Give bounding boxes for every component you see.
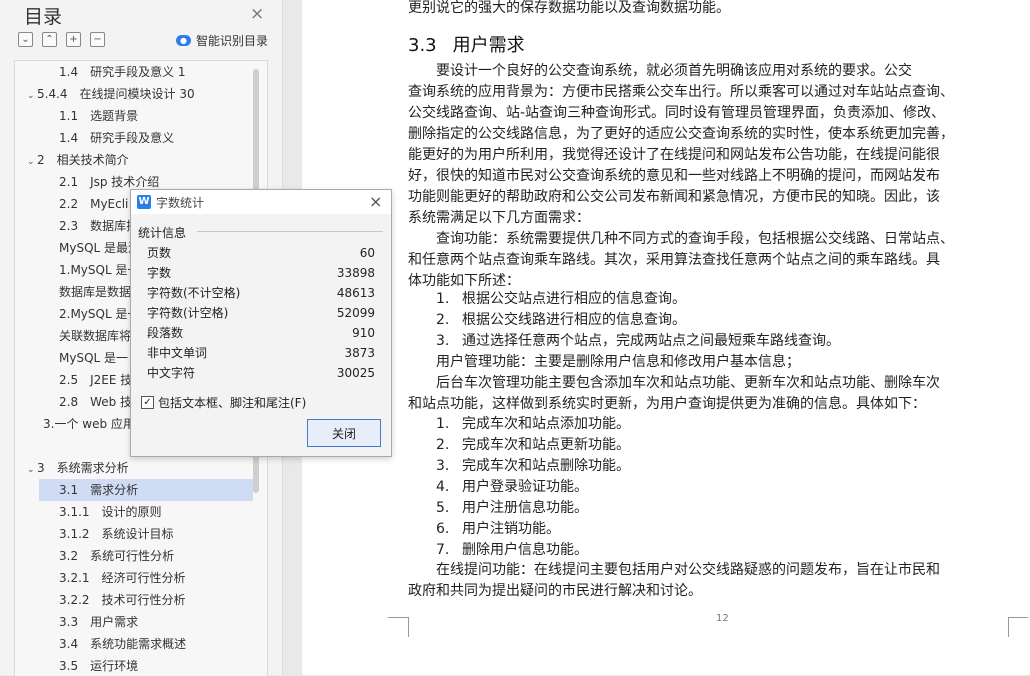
stat-row: 中文字符 30025 [147, 366, 375, 380]
toc-item[interactable]: MySQL 是一 [59, 347, 128, 369]
collapse-all-button[interactable]: ⌄ [18, 32, 33, 47]
list-item: 6. 用户注销功能。 [436, 521, 560, 537]
toc-item-selected[interactable]: 3.1 需求分析 [39, 479, 253, 501]
stat-row: 页数 60 [147, 246, 375, 260]
add-heading-button[interactable]: + [66, 32, 81, 47]
paragraph-line: 系统需满足以下几方面需求： [408, 210, 590, 226]
toc-item[interactable]: 关联数据库将 [59, 325, 131, 347]
list-item: 2. 根据公交线路进行相应的信息查询。 [436, 312, 686, 328]
paragraph-line: 政府和共同为提出疑问的市民进行解决和讨论。 [408, 583, 702, 599]
list-item: 7. 删除用户信息功能。 [436, 542, 588, 558]
chevron-down-icon[interactable]: ⌄ [27, 459, 37, 481]
stats-section-label: 统计信息 [138, 226, 187, 240]
crop-mark [388, 617, 408, 618]
cloud-icon: ● [176, 35, 191, 46]
toc-item[interactable]: 2.5 J2EE 技 [59, 369, 132, 391]
toc-toolbar: ⌄ ⌃ + − [18, 32, 105, 47]
paragraph-line: 要设计一个良好的公交查询系统，就必须首先明确该应用对系统的要求。公交 [408, 63, 912, 79]
paragraph-line: 好，很快的知道市民对公交查询系统的意见和一些对线路上不明确的提问，而网站发布 [408, 168, 940, 184]
paragraph-line: 查询系统的应用背景为：方便市民搭乘公交车出行。所以乘客可以通过对车站站点查询、 [408, 84, 954, 100]
toc-item[interactable]: ⌄ 2 相关技术简介 [27, 149, 129, 171]
dialog-title: 字数统计 [156, 196, 205, 210]
toc-item[interactable]: 3.1.1 设计的原则 [59, 501, 162, 523]
list-item: 5. 用户注册信息功能。 [436, 500, 588, 516]
stat-row: 段落数 910 [147, 326, 375, 340]
stat-row: 字数 33898 [147, 266, 375, 280]
toc-item[interactable]: ⌄ 5.4.4 在线提问模块设计 30 [27, 83, 195, 105]
paragraph: 更别说它的强大的保存数据功能以及查询数据功能。 [408, 0, 730, 16]
chevron-down-icon[interactable]: ⌄ [27, 151, 37, 173]
checkbox-label: 包括文本框、脚注和尾注(F) [158, 396, 307, 410]
checkmark-icon[interactable]: ✓ [141, 396, 154, 409]
list-item: 1. 根据公交站点进行相应的信息查询。 [436, 291, 686, 307]
toc-item[interactable]: 3.一个 web 应用 [43, 413, 135, 435]
list-item: 4. 用户登录验证功能。 [436, 479, 588, 495]
toc-item[interactable]: 2.8 Web 技 [59, 391, 132, 413]
toc-item[interactable]: 2.MySQL 是一 [59, 303, 139, 325]
include-textbox-checkbox[interactable]: ✓ 包括文本框、脚注和尾注(F) [141, 394, 306, 411]
section-heading: 3.3 用户需求 [408, 35, 525, 56]
close-icon[interactable]: × [369, 192, 382, 211]
word-count-dialog: W 字数统计 × 统计信息 页数 60 字数 33898 字符数(不计空格) 4861… [130, 189, 392, 457]
wps-logo-icon: W [137, 195, 151, 209]
expand-level-button[interactable]: ⌃ [42, 32, 57, 47]
paragraph-line: 查询功能：系统需要提供几种不同方式的查询手段，包括根据公交线路、日常站点、 [408, 231, 954, 247]
toc-title: 目录 [24, 6, 63, 28]
remove-heading-button[interactable]: − [90, 32, 105, 47]
smart-toc-button[interactable]: ● 智能识别目录 [176, 32, 268, 49]
toc-item[interactable]: 1.4 研究手段及意义 1 [59, 61, 186, 83]
chevron-down-icon[interactable]: ⌄ [27, 85, 37, 107]
crop-mark [1008, 617, 1028, 618]
list-item: 3. 通过选择任意两个站点，完成两站点之间最短乘车路线查询。 [436, 333, 840, 349]
toc-item[interactable]: MySQL 是最流 [59, 237, 140, 259]
toc-item[interactable]: 1.1 选题背景 [59, 105, 138, 127]
paragraph-line: 能更好的为用户所利用，我觉得还设计了在线提问和网站发布公告功能，在线提问能很 [408, 147, 940, 163]
toc-item[interactable]: 3.2.2 技术可行性分析 [59, 589, 186, 611]
toc-item[interactable]: 数据库是数据 [59, 281, 131, 303]
paragraph-line: 后台车次管理功能主要包含添加车次和站点功能、更新车次和站点功能、删除车次 [408, 375, 940, 391]
close-icon[interactable]: × [250, 4, 264, 24]
dialog-titlebar[interactable]: W 字数统计 × [131, 190, 391, 214]
list-item: 2. 完成车次和站点更新功能。 [436, 437, 630, 453]
toc-item[interactable]: 3.1.2 系统设计目标 [59, 523, 174, 545]
paragraph-line: 和站点功能，这样做到系统实时更新，为用户查询提供更为准确的信息。具体如下： [408, 396, 926, 412]
crop-mark [408, 617, 409, 637]
toc-item[interactable]: 3.4 系统功能需求概述 [59, 633, 186, 655]
list-item: 1. 完成车次和站点添加功能。 [436, 416, 630, 432]
list-item: 3. 完成车次和站点删除功能。 [436, 458, 630, 474]
toc-item[interactable]: 3.2.1 经济可行性分析 [59, 567, 186, 589]
toc-item[interactable]: 2.3 数据库技 [59, 215, 138, 237]
smart-toc-label: 智能识别目录 [196, 34, 269, 48]
toc-item[interactable]: ⌄ 3 系统需求分析 [27, 457, 129, 479]
toc-item[interactable]: 1.4 研究手段及意义 [59, 127, 174, 149]
paragraph-line: 在线提问功能：在线提问主要包括用户对公交线路疑惑的问题发布，旨在让市民和 [408, 562, 940, 578]
page-number: 12 [716, 613, 729, 624]
paragraph-line: 用户管理功能：主要是删除用户信息和修改用户基本信息； [408, 354, 800, 370]
document-page: 更别说它的强大的保存数据功能以及查询数据功能。 3.3 用户需求 要设计一个良好的… [302, 0, 1030, 675]
close-button[interactable]: 关闭 [307, 419, 381, 447]
divider [197, 231, 383, 232]
stat-row: 非中文单词 3873 [147, 346, 375, 360]
stat-row: 字符数(不计空格) 48613 [147, 286, 375, 300]
toc-item[interactable]: 3.2 系统可行性分析 [59, 545, 174, 567]
stat-row: 字符数(计空格) 52099 [147, 306, 375, 320]
crop-mark [1008, 617, 1009, 637]
toc-item[interactable]: 1.MySQL 是一 [59, 259, 139, 281]
toc-item[interactable]: 3.5 运行环境 [59, 655, 138, 676]
paragraph-line: 功能则能更好的帮助政府和公交公司发布新闻和紧急情况，方便市民的知晓。因此，该 [408, 189, 940, 205]
toc-item[interactable]: 2.2 MyEcli [59, 193, 128, 215]
toc-item[interactable]: 3.3 用户需求 [59, 611, 138, 633]
paragraph-line: 公交线路查询、站-站查询三种查询形式。同时设有管理员管理界面，负责添加、修改、 [408, 105, 946, 121]
paragraph-line: 删除指定的公交线路信息，为了更好的适应公交查询系统的实时性，使本系统更加完善， [408, 126, 954, 142]
paragraph-line: 和任意两个站点查询乘车路线。其次，采用算法查找任意两个站点之间的乘车路线。具 [408, 252, 940, 268]
